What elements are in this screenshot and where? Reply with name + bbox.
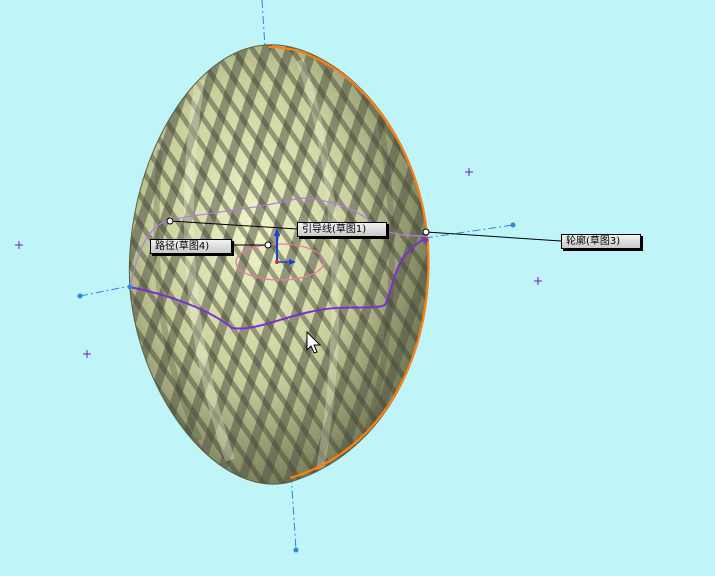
guide-endpoint-icon[interactable] <box>423 237 429 243</box>
origin-plus-icon <box>83 350 91 358</box>
axis-endpoint-icon[interactable] <box>293 547 299 553</box>
leader-anchor-icon[interactable] <box>166 217 174 225</box>
axis-endpoint-icon[interactable] <box>510 222 516 228</box>
origin-plus-icon <box>465 168 473 176</box>
3d-scene[interactable] <box>0 0 715 576</box>
guide-endpoint-icon[interactable] <box>127 284 133 290</box>
origin-plus-icon <box>15 241 23 249</box>
axis-endpoint-icon[interactable] <box>77 293 83 299</box>
guide-curve-callout[interactable]: 引导线(草图1) <box>297 222 387 237</box>
graphics-viewport[interactable]: 引导线(草图1) 路径(草图4) 轮廓(草图3) <box>0 0 715 576</box>
profile-callout[interactable]: 轮廓(草图3) <box>561 234 641 249</box>
leader-anchor-icon[interactable] <box>422 228 430 236</box>
path-callout[interactable]: 路径(草图4) <box>150 239 232 254</box>
leader-anchor-icon[interactable] <box>264 241 272 249</box>
origin-plus-icon <box>534 277 542 285</box>
swept-body[interactable] <box>100 30 460 500</box>
